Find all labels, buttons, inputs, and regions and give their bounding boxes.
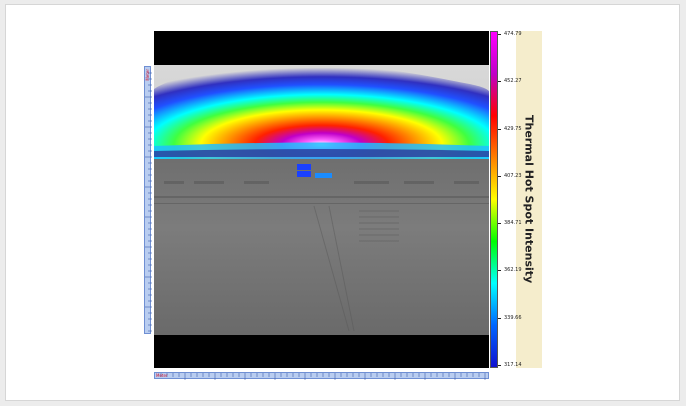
colorbar-tick <box>498 365 501 366</box>
colorbar-tick-label: 384.71 <box>504 220 522 227</box>
colorbar-tick-label: 452.27 <box>504 78 522 85</box>
thermal-image-viewport[interactable] <box>154 31 489 368</box>
colorbar-tick <box>498 317 501 319</box>
colorbar-tick-label: 407.23 <box>504 172 522 179</box>
colorbar-tick <box>498 270 501 272</box>
vertical-ruler-label: Meter <box>145 69 150 81</box>
colorbar-tick-label: 474.79 <box>504 31 522 37</box>
colorbar-tick <box>498 34 501 35</box>
colorbar-ticks: 474.79 452.27 429.75 407.23 384.71 362.19 339.… <box>498 31 544 368</box>
colorbar-gradient <box>490 31 498 368</box>
thermal-image <box>154 62 489 335</box>
colorbar-tick-label: 362.19 <box>504 267 522 274</box>
horizontal-ruler: Meter <box>154 372 489 380</box>
colorbar-tick <box>498 81 501 83</box>
colorbar-tick <box>498 128 501 130</box>
horizontal-ruler-label: Meter <box>156 373 168 378</box>
colorbar-tick <box>498 175 501 177</box>
colorbar-tick-label: 429.75 <box>504 125 522 132</box>
colorbar-tick <box>498 223 501 225</box>
colorbar-tick-label: 339.66 <box>504 314 522 321</box>
colorbar-tick-label: 317.14 <box>504 362 522 368</box>
vertical-ruler: Meter <box>144 66 152 334</box>
